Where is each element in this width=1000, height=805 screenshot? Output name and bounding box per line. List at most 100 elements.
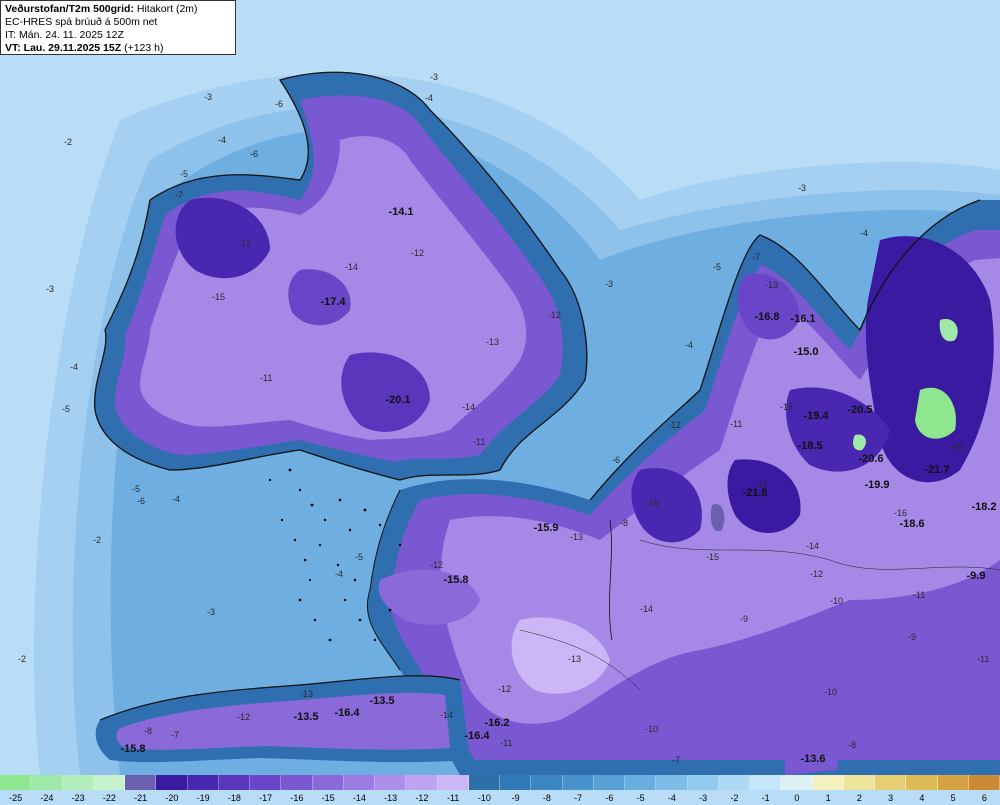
legend-swatch [312,775,344,790]
temperature-value: -21.8 [742,487,767,499]
legend-label: 0 [794,793,800,803]
temperature-value: -17.4 [320,296,346,308]
temperature-value: -16.4 [334,707,360,719]
contour-label: -11 [473,437,485,447]
legend-swatch [968,775,1000,790]
legend-label: -24 [40,793,54,803]
legend-label: -4 [667,793,676,803]
contour-label: -7 [752,252,760,262]
legend-swatch [843,775,875,790]
contour-label: -7 [672,755,680,765]
temperature-value: -13.6 [800,753,825,765]
temperature-value: -18.2 [971,501,996,513]
legend-label: -8 [542,793,551,803]
legend-swatch [687,775,719,790]
temperature-value: -16.2 [484,717,509,729]
legend-label: 5 [950,793,956,803]
temperature-value: -18.5 [797,440,822,452]
temperature-value: -20.5 [847,404,872,416]
legend-label: -19 [196,793,210,803]
contour-label: -14 [440,710,453,720]
contour-label: -8 [620,518,628,528]
legend-label: -5 [636,793,645,803]
contour-label: -3 [430,72,438,82]
legend-label: -17 [259,793,273,803]
contour-label: -9 [908,632,916,642]
contour-label: -14 [640,604,653,614]
legend-label: -6 [605,793,614,803]
contour-label: -10 [645,724,658,734]
contour-label: -12 [237,712,250,722]
legend-swatch [906,775,938,790]
contour-label: -4 [860,228,868,238]
contour-label: -6 [137,496,145,506]
legend-swatch [625,775,657,790]
legend-label: -9 [511,793,520,803]
contour-label: -16 [646,498,659,508]
legend-swatch [375,775,407,790]
legend-swatch [937,775,969,790]
temperature-value: -9.9 [967,570,986,582]
temperature-value: -16.4 [464,730,490,742]
contour-label: -13 [300,689,313,699]
contour-label: -12 [238,238,251,248]
temperature-value: -13.5 [369,695,394,707]
contour-label: -13 [570,532,583,542]
legend-swatch [593,775,625,790]
contour-label: -12 [548,310,561,320]
contour-label: -10 [830,596,843,606]
contour-label: -4 [70,362,78,372]
contour-label: -12 [430,560,443,570]
legend-swatch [406,775,438,790]
contour-label: -6 [612,455,620,465]
legend-ticks: -25 -24 -23 -22 -21 -20 -19 -18 -17 -16 -15 -14 -13-… [0,790,1000,805]
legend-label: 4 [919,793,925,803]
contour-label: -5 [62,404,70,414]
contour-label: -5 [355,552,363,562]
temperature-value: -20.1 [385,394,410,406]
legend-swatches [0,775,1000,790]
contour-label: -11 [913,590,925,600]
contour-label: -13 [568,654,581,664]
legend-label: -10 [477,793,491,803]
temperature-map: -3 -2 -4 -6 -5 -7 -3 -4 -5 -4 -2 -3 -2 -3 -4 -6 -3 -4 -3 -4… [0,0,1000,775]
contour-label: -16 [894,508,907,518]
legend-label: -20 [165,793,179,803]
legend-swatch [156,775,188,790]
contour-label: -3 [204,92,212,102]
legend-label: -7 [574,793,583,803]
contour-label: -13 [765,280,778,290]
contour-label: -5 [713,262,721,272]
temperature-value: -13.5 [293,711,318,723]
temperature-value: -15.0 [793,346,818,358]
contour-label: -10 [824,687,837,697]
map-info-box: Veðurstofan/T2m 500grid: Hitakort (2m) E… [0,0,236,55]
legend-label: -15 [321,793,335,803]
legend-swatch [187,775,219,790]
contour-label: -3 [798,183,806,193]
contour-label: -2 [18,654,26,664]
legend-swatch [0,775,32,790]
legend-label: 3 [888,793,894,803]
legend-swatch [437,775,469,790]
legend-swatch [250,775,282,790]
legend-label: -22 [102,793,116,803]
legend-label: -21 [134,793,148,803]
legend-swatch [812,775,844,790]
temperature-value: -16.1 [790,313,815,325]
legend-swatch [500,775,532,790]
temperature-value: -19.4 [803,410,829,422]
temperature-value: -15.8 [120,743,145,755]
contour-label: -12 [498,684,511,694]
legend-swatch [750,775,782,790]
legend-label: -16 [290,793,304,803]
temperature-value: -14.1 [388,206,413,218]
contour-label: -5 [180,169,188,179]
contour-label: -8 [144,726,152,736]
legend-label: -2 [730,793,739,803]
contour-label: -4 [685,340,693,350]
contour-label: -14 [462,402,475,412]
temperature-value: -20.6 [858,453,883,465]
contour-label: -13 [486,337,499,347]
legend-swatch [781,775,813,790]
